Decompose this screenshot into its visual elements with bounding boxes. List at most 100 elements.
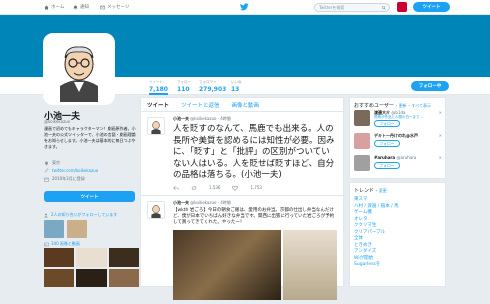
suggested-user[interactable]: #aruhara @aruhara フォロー ✕ (354, 155, 442, 175)
photo-thumbnail[interactable] (76, 268, 107, 287)
caricature-thumbnail (148, 118, 164, 134)
suggested-user-name[interactable]: #aruhara @aruhara (374, 155, 416, 160)
trends-title: トレンド (354, 188, 375, 194)
profile-handle[interactable]: @koikekazuo (44, 119, 70, 124)
nav-notifications[interactable]: 通知 (73, 4, 89, 10)
suggested-user-handle: @aruhara (396, 155, 417, 160)
tweet-text: 【wkth 岩ごろ】今日の朝食ご飯は、愛用のお弁当。京都の仕出し弁当なんだけど、… (173, 207, 335, 225)
stat-following[interactable]: フォロー 110 (177, 80, 191, 93)
like-count: 1,753 (250, 185, 262, 190)
envelope-icon (100, 5, 105, 9)
search-input[interactable]: Twitterを検索 (314, 3, 390, 12)
stat-followers-value: 279,903 (199, 86, 227, 93)
tab-tweets-replies[interactable]: ツイートと返信 (181, 101, 220, 109)
tweet-avatar[interactable] (147, 200, 165, 219)
follower-avatar[interactable] (44, 220, 64, 238)
tweet-author-name[interactable]: 小池一夫 (173, 200, 189, 205)
tweet-author-handle[interactable]: @koikekazuo (190, 116, 216, 121)
trends-change[interactable]: 変更 (379, 188, 387, 193)
photo-thumbnail[interactable] (76, 248, 107, 267)
suggested-user-name-text: #aruhara (374, 155, 396, 160)
caricature-thumbnail (148, 201, 164, 218)
photo-thumbnail[interactable] (44, 248, 75, 267)
stat-tweets-label: ツイート (149, 80, 163, 84)
tweet-actions: 1,536 1,753 (173, 185, 337, 191)
stat-followers-label: フォロワー (199, 80, 217, 84)
tweet-author-handle[interactable]: @koikekazuo (190, 200, 216, 205)
tweet-header: 小池一夫 @koikekazuo · 4時間 (173, 199, 231, 205)
twitter-bird-icon[interactable] (240, 3, 249, 11)
timeline-tabs: ツイート ツイートと返信 画像と動画 (141, 98, 343, 112)
like-icon[interactable] (232, 185, 239, 191)
compose-tweet-button[interactable]: ツイート (413, 2, 450, 12)
tab-tweets[interactable]: ツイート (147, 101, 169, 109)
stat-likes-value: 13 (231, 86, 240, 93)
bell-icon (73, 5, 78, 9)
top-navigation: ホーム 通知 メッセージ Twitterを検索 ツイート (0, 0, 490, 15)
dismiss-icon[interactable]: ✕ (439, 133, 442, 138)
followers-you-know-avatars (44, 220, 87, 238)
photos-videos-link[interactable]: 340 画像と動画 (44, 241, 80, 247)
nav-home[interactable]: ホーム (44, 4, 64, 10)
stat-likes[interactable]: いいね 13 (231, 80, 242, 93)
tweet-photo[interactable] (283, 229, 337, 300)
who-to-follow-title: おすすめユーザー (354, 103, 394, 109)
stat-likes-label: いいね (231, 80, 242, 84)
suggested-user[interactable]: デキトー丹けのれ@水戸 フォロー ✕ (354, 133, 442, 153)
tweet-photo[interactable] (173, 229, 281, 300)
link-icon (44, 168, 49, 173)
suggested-user-avatar[interactable] (354, 110, 370, 126)
nav-home-label: ホーム (51, 5, 65, 10)
photo-thumbnail[interactable] (108, 248, 139, 267)
suggested-user[interactable]: 渡邉大介 @b1da 飛鳥が作品と人間の白ーまで… フォロー ✕ (354, 110, 442, 130)
reply-icon[interactable] (173, 185, 179, 191)
profile-bio: 漫画で初めてもキャラクターマン！劇画原作者。小池一夫の公式ツイッターで、小池の言… (44, 126, 136, 149)
tweet-avatar[interactable] (147, 117, 165, 135)
tweet-to-button[interactable]: ツイート (44, 191, 135, 202)
nav-messages-label: メッセージ (107, 5, 130, 10)
search-icon[interactable] (382, 5, 386, 10)
followers-you-know-link[interactable]: 2人の知り合いがフォローしています (44, 212, 117, 218)
trend-item[interactable]: Sugarlessを (354, 262, 441, 269)
tweet[interactable]: 小池一夫 @koikekazuo · 4時間 人を貶すのなんて、馬鹿でも出来る。… (141, 112, 343, 196)
account-avatar[interactable] (397, 2, 407, 12)
nav-messages[interactable]: メッセージ (100, 4, 129, 10)
dismiss-icon[interactable]: ✕ (439, 110, 442, 115)
followers-you-know-text[interactable]: 2人の知り合いがフォローしています (51, 212, 117, 218)
retweet-count: 1,536 (209, 185, 221, 190)
tab-media[interactable]: 画像と動画 (232, 101, 260, 109)
tweet[interactable]: 小池一夫 @koikekazuo · 4時間 【wkth 岩ごろ】今日の朝食ご飯… (141, 196, 343, 304)
tweet-author-name[interactable]: 小池一夫 (173, 116, 189, 121)
follower-avatar[interactable] (67, 220, 87, 238)
suggested-user-avatar[interactable] (354, 155, 370, 171)
stat-following-value: 110 (177, 86, 190, 93)
suggested-user-avatar[interactable] (354, 133, 370, 149)
retweet-icon[interactable] (191, 185, 197, 191)
profile-url[interactable]: twitter.com/koikekazuo (44, 168, 98, 173)
users-icon (44, 213, 48, 217)
following-button[interactable]: フォロー中 (411, 81, 449, 91)
location-pin-icon (45, 161, 48, 165)
who-to-follow-header: おすすめユーザー · 更新 · すべて表示 (354, 103, 432, 109)
profile-url-text[interactable]: twitter.com/koikekazuo (52, 168, 98, 173)
profile-joined-text: 2010年3月に登録 (52, 176, 85, 181)
tweet-time[interactable]: 4時間 (220, 116, 231, 121)
who-to-follow-refresh[interactable]: 更新 (399, 103, 407, 108)
dismiss-icon[interactable]: ✕ (439, 155, 442, 160)
stat-tweets[interactable]: ツイート 7,180 (149, 80, 168, 95)
photos-videos-text[interactable]: 340 画像と動画 (51, 241, 80, 247)
photo-thumbnail[interactable] (44, 268, 75, 287)
profile-avatar[interactable] (43, 33, 115, 105)
trends: トレンド · 変更 東スマ 八村 / 渡邉 / 稲本 / 馬 ゲーム機 オレタ … (349, 182, 446, 287)
suggested-user-name[interactable]: デキトー丹けのれ@水戸 (374, 133, 418, 139)
who-to-follow: おすすめユーザー · 更新 · すべて表示 渡邉大介 @b1da 飛鳥が作品と人… (349, 97, 446, 179)
follow-button[interactable]: フォロー (374, 120, 400, 127)
follow-button[interactable]: フォロー (374, 162, 400, 169)
photo-thumbnail[interactable] (108, 268, 139, 287)
follow-button[interactable]: フォロー (374, 140, 400, 147)
stat-following-label: フォロー (177, 80, 191, 84)
tweet-time[interactable]: 4時間 (220, 200, 231, 205)
stat-followers[interactable]: フォロワー 279,903 (199, 80, 226, 93)
trends-header: トレンド · 変更 (354, 188, 387, 194)
who-to-follow-view-all[interactable]: すべて表示 (411, 103, 431, 108)
